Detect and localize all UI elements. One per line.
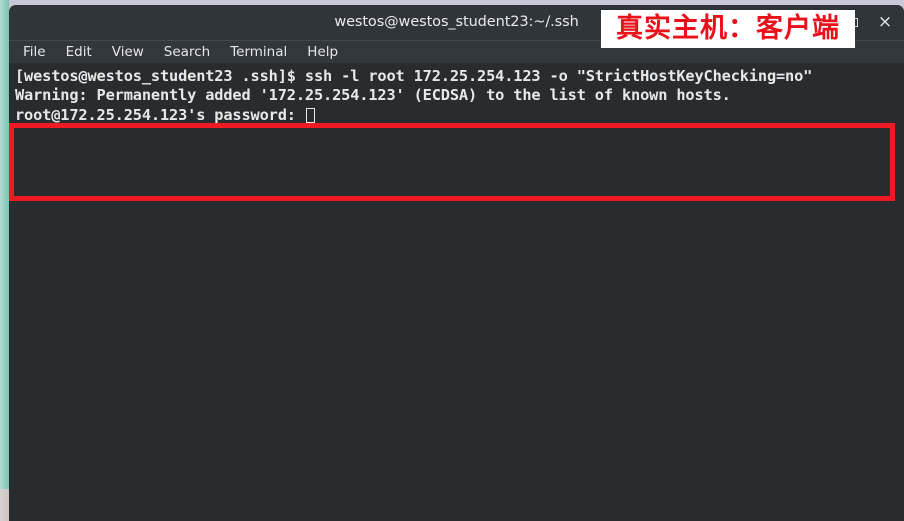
menu-item-edit[interactable]: Edit bbox=[66, 41, 92, 64]
terminal-line-warning: Warning: Permanently added '172.25.254.1… bbox=[15, 86, 731, 105]
terminal-window: westos@westos_student23:~/.ssh × File Ed… bbox=[9, 5, 904, 521]
password-prompt-text: root@172.25.254.123's password: bbox=[15, 105, 305, 124]
red-highlight-rectangle bbox=[9, 123, 895, 201]
terminal-line-command: [westos@westos_student23 .ssh]$ ssh -l r… bbox=[15, 67, 813, 85]
text-cursor bbox=[305, 107, 315, 123]
desktop-bottom-left-strip bbox=[0, 489, 9, 521]
close-icon: × bbox=[877, 12, 893, 32]
annotation-label-real-host-client: 真实主机：客户端 bbox=[601, 10, 855, 48]
terminal-line-password-prompt: root@172.25.254.123's password: bbox=[15, 106, 904, 125]
menu-item-terminal[interactable]: Terminal bbox=[230, 41, 287, 64]
menu-item-help[interactable]: Help bbox=[307, 41, 338, 64]
menu-item-view[interactable]: View bbox=[112, 41, 144, 64]
terminal-output-area[interactable]: [westos@westos_student23 .ssh]$ ssh -l r… bbox=[9, 63, 904, 521]
desktop-backdrop: westos@westos_student23:~/.ssh × File Ed… bbox=[0, 0, 904, 521]
menu-item-file[interactable]: File bbox=[23, 41, 46, 64]
desktop-left-accent-strip bbox=[0, 0, 9, 489]
close-button[interactable]: × bbox=[870, 8, 900, 38]
menu-item-search[interactable]: Search bbox=[164, 41, 210, 64]
